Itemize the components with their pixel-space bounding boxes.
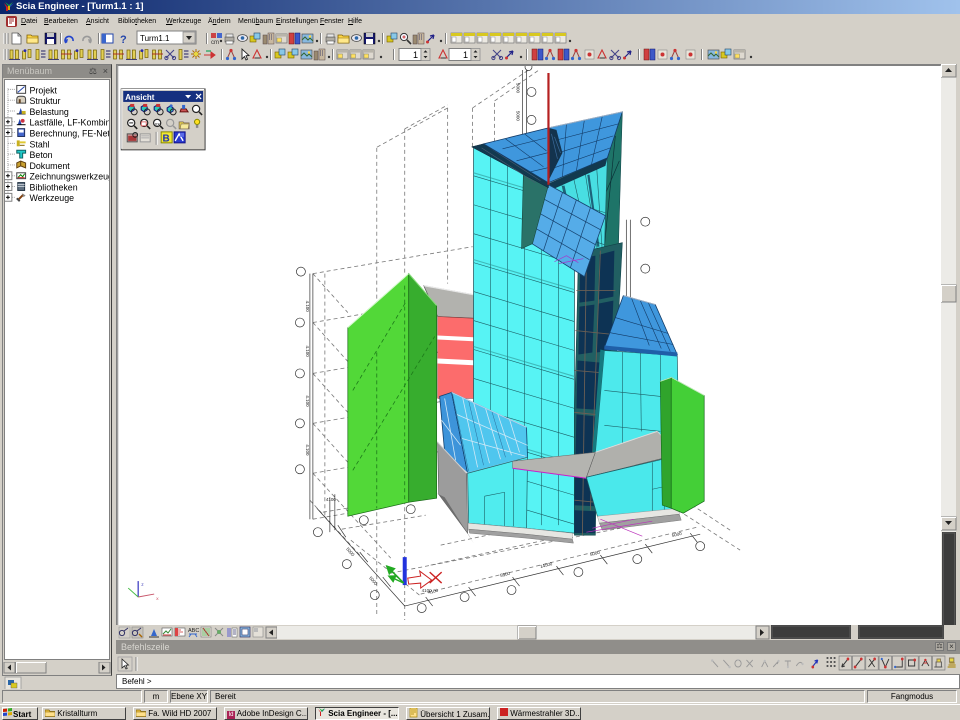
svg-text:5000: 5000: [589, 550, 600, 557]
svg-text:Lastfälle, LF-Kombinatior: Lastfälle, LF-Kombinatior: [30, 118, 110, 128]
svg-text:Werkzeuge: Werkzeuge: [30, 193, 75, 203]
svg-text:4.100: 4.100: [305, 345, 310, 357]
svg-text:cm: cm: [211, 40, 219, 46]
svg-text:5300: 5300: [500, 571, 511, 578]
svg-text:5000: 5000: [516, 111, 521, 121]
svg-text:4100: 4100: [326, 497, 336, 502]
svg-text:Dokument: Dokument: [30, 161, 71, 171]
svg-text:5000: 5000: [516, 83, 521, 93]
svg-text:Zeichnungswerkzeuge: Zeichnungswerkzeuge: [30, 172, 110, 182]
svg-text:1: 1: [413, 50, 418, 60]
svg-text:4.100: 4.100: [305, 395, 310, 407]
svg-text:Belastung: Belastung: [30, 107, 69, 117]
svg-text:5000: 5000: [345, 546, 356, 557]
svg-text:Projekt: Projekt: [30, 85, 58, 95]
svg-text:z: z: [141, 582, 144, 588]
svg-text:Struktur: Struktur: [30, 96, 61, 106]
svg-text:xx: xx: [155, 121, 160, 127]
svg-text:4100: 4100: [422, 588, 432, 593]
svg-text:Bibliotheken: Bibliotheken: [30, 182, 78, 192]
svg-text:1: 1: [463, 50, 468, 60]
svg-text:Berechnung, FE-Netz: Berechnung, FE-Netz: [30, 128, 110, 138]
svg-text:14500: 14500: [540, 561, 554, 569]
svg-text:B: B: [163, 133, 170, 144]
svg-text:4.100: 4.100: [305, 301, 310, 313]
svg-text:x: x: [156, 596, 159, 602]
svg-text:Turm1.1: Turm1.1: [140, 34, 170, 43]
svg-text:?: ?: [120, 34, 127, 46]
svg-text:Stahl: Stahl: [30, 139, 50, 149]
svg-text:4.100: 4.100: [305, 444, 310, 456]
svg-text:Ansicht: Ansicht: [125, 93, 155, 102]
svg-text:5000: 5000: [671, 531, 682, 538]
svg-text:ABC: ABC: [188, 628, 199, 634]
svg-text:Beton: Beton: [30, 150, 53, 160]
